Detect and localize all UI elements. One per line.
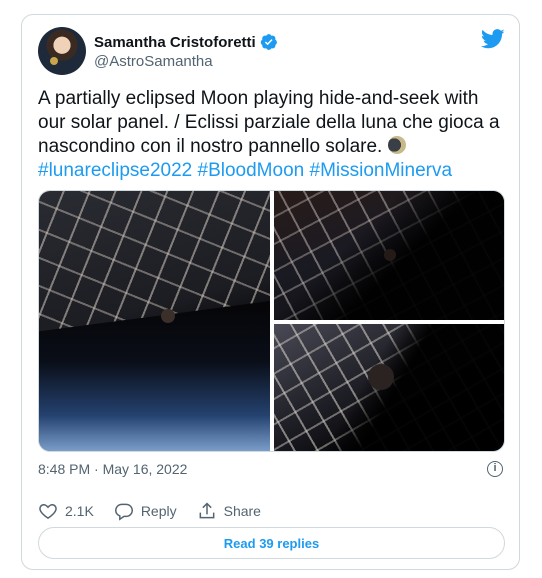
moon-emoji-icon bbox=[387, 136, 406, 154]
media-grid bbox=[38, 190, 505, 452]
author-name[interactable]: Samantha Cristoforetti bbox=[94, 34, 256, 51]
like-button[interactable]: 2.1K bbox=[38, 501, 94, 521]
action-bar: 2.1K Reply Share bbox=[38, 501, 281, 521]
avatar[interactable] bbox=[38, 27, 86, 75]
like-count: 2.1K bbox=[65, 503, 94, 519]
hashtag-bloodmoon[interactable]: #BloodMoon bbox=[198, 160, 305, 181]
reply-label: Reply bbox=[140, 503, 177, 519]
tweet-card: Samantha Cristoforetti @AstroSamantha A … bbox=[21, 14, 520, 570]
info-icon[interactable]: i bbox=[487, 461, 503, 477]
author-row: Samantha Cristoforetti bbox=[94, 33, 278, 51]
share-icon bbox=[199, 502, 215, 519]
hashtag-lunareclipse[interactable]: #lunareclipse2022 bbox=[38, 160, 192, 181]
hashtag-missionminerva[interactable]: #MissionMinerva bbox=[310, 160, 453, 181]
twitter-bird-icon[interactable] bbox=[481, 29, 505, 49]
read-replies-button[interactable]: Read 39 replies bbox=[38, 527, 505, 559]
tweet-body: A partially eclipsed Moon playing hide-a… bbox=[38, 88, 500, 157]
photo-2[interactable] bbox=[274, 191, 504, 320]
reply-button[interactable]: Reply bbox=[114, 501, 177, 521]
photo-1[interactable] bbox=[39, 191, 270, 451]
verified-badge-icon bbox=[260, 34, 277, 50]
author-handle[interactable]: @AstroSamantha bbox=[94, 53, 213, 70]
heart-icon bbox=[39, 503, 57, 519]
share-label: Share bbox=[223, 503, 261, 519]
share-button[interactable]: Share bbox=[197, 501, 261, 521]
photo-3[interactable] bbox=[274, 324, 504, 451]
tweet-text: A partially eclipsed Moon playing hide-a… bbox=[38, 87, 508, 183]
reply-icon bbox=[114, 503, 133, 521]
timestamp[interactable]: 8:48 PM · May 16, 2022 bbox=[38, 461, 187, 477]
